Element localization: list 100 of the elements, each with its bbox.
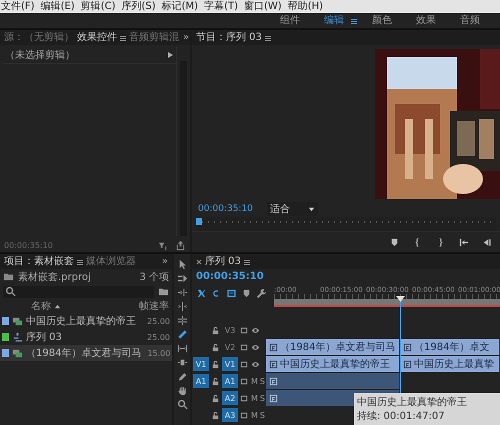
slide-icon[interactable]	[176, 357, 188, 368]
panel-tab[interactable]: 项目：素材嵌套	[3, 254, 75, 268]
track-target[interactable]: V3	[222, 323, 238, 337]
menu-item[interactable]: 序列(S)	[121, 0, 156, 12]
menu-icon[interactable]	[264, 34, 272, 42]
rate-stretch-icon[interactable]	[176, 315, 188, 326]
menu-icon[interactable]	[242, 258, 251, 266]
lock-icon[interactable]	[211, 326, 220, 334]
mute-button[interactable]: M	[251, 394, 258, 402]
marker-icon[interactable]	[241, 288, 252, 299]
overflow-button[interactable]: »	[160, 256, 169, 267]
frame-rate: 25.00	[147, 316, 170, 326]
lock-icon[interactable]	[211, 360, 220, 368]
track-target[interactable]: A3	[222, 408, 238, 422]
search-field[interactable]	[3, 286, 154, 298]
sync-lock-icon[interactable]	[240, 342, 249, 352]
marker-icon[interactable]	[389, 236, 400, 248]
timecode[interactable]: 00:00:35:10	[198, 204, 253, 214]
sync-lock-icon[interactable]	[240, 394, 249, 402]
captions-icon[interactable]	[226, 288, 237, 299]
eye-icon[interactable]	[251, 326, 260, 334]
clip[interactable]	[266, 373, 400, 389]
clip[interactable]: 中国历史上最真挚的帝王	[266, 356, 400, 372]
workspace-tab[interactable]: 编辑	[314, 14, 346, 27]
source-patch[interactable]: A1	[193, 374, 209, 388]
solo-button[interactable]: S	[260, 394, 265, 402]
workspace-tab[interactable]: 音频	[450, 14, 490, 27]
timecode: 00:00:35:10	[4, 240, 53, 250]
panel-tab[interactable]: 媒体浏览器	[85, 254, 137, 268]
search-icon	[5, 286, 16, 297]
lock-icon[interactable]	[211, 410, 220, 420]
rolling-edit-icon[interactable]	[176, 301, 188, 312]
track-target[interactable]: A2	[222, 391, 238, 405]
export-icon[interactable]	[175, 240, 186, 250]
project-item[interactable]: 中国历史上最真挚的帝王 25.00	[0, 313, 172, 329]
source-patch[interactable]: V1	[193, 357, 209, 371]
clip[interactable]: （1984年）卓文	[400, 339, 500, 355]
project-file-name: 素材嵌套.prproj	[18, 270, 91, 284]
slip-icon[interactable]	[176, 343, 188, 354]
frame-rate: 15.00	[147, 348, 170, 358]
track-select-icon[interactable]	[176, 273, 188, 284]
menu-item[interactable]: 剪辑(C)	[80, 0, 116, 12]
column-header[interactable]: 名称	[31, 299, 61, 313]
track-target[interactable]: A1	[222, 374, 238, 388]
workspace-tab[interactable]: 效果	[406, 14, 446, 27]
panel-tab[interactable]: 源：（无剪辑）	[3, 30, 75, 44]
go-to-in-icon[interactable]	[458, 236, 469, 248]
zoom-icon[interactable]	[176, 399, 188, 410]
sync-lock-icon[interactable]	[240, 360, 249, 368]
lock-icon[interactable]	[211, 376, 220, 386]
pen-icon[interactable]	[176, 371, 188, 382]
workspace-tab[interactable]: 组件	[270, 14, 310, 27]
solo-button[interactable]: S	[260, 410, 265, 420]
menu-item[interactable]: 帮助(H)	[288, 0, 324, 12]
wrench-icon[interactable]	[256, 288, 267, 299]
project-item[interactable]: （1984年）卓文君与司马 15.00	[0, 345, 172, 361]
playhead-handle[interactable]	[196, 218, 202, 225]
panel-tab[interactable]: 效果控件	[76, 30, 118, 44]
razor-icon[interactable]	[176, 329, 188, 340]
menu-icon[interactable]	[119, 34, 127, 42]
close-icon[interactable]	[195, 258, 203, 266]
workspace-tab[interactable]: 颜色	[362, 14, 402, 27]
project-item[interactable]: 序列 03 25.00	[0, 329, 172, 345]
lock-icon[interactable]	[211, 342, 220, 352]
frame-rate: 25.00	[147, 332, 170, 342]
menu-item[interactable]: 字幕(T)	[204, 0, 238, 12]
sync-lock-icon[interactable]	[240, 326, 249, 334]
solo-button[interactable]: S	[260, 376, 265, 386]
clip-label: （未选择剪辑）	[5, 48, 75, 62]
fx-icon	[403, 360, 412, 368]
overflow-button[interactable]: »	[182, 32, 190, 43]
timecode[interactable]: 00:00:35:10	[196, 271, 270, 282]
new-bin-icon[interactable]	[158, 286, 169, 297]
hand-icon[interactable]	[176, 385, 188, 396]
menu-item[interactable]: 窗口(W)	[244, 0, 282, 12]
sync-lock-icon[interactable]	[240, 410, 249, 420]
menu-icon[interactable]	[350, 16, 358, 24]
menu-item[interactable]: 文件(F)	[1, 0, 35, 12]
eye-icon[interactable]	[251, 360, 260, 368]
fx-icon	[269, 394, 278, 402]
lock-icon[interactable]	[211, 394, 220, 402]
eye-icon[interactable]	[251, 342, 260, 352]
ripple-edit-icon[interactable]	[176, 287, 188, 298]
clip[interactable]: 中国历史上最真挚	[400, 356, 500, 372]
track-target[interactable]: V2	[222, 340, 238, 354]
panel-tab[interactable]: 序列 03	[204, 254, 242, 268]
column-header[interactable]: 帧速率	[139, 299, 169, 313]
sync-lock-icon[interactable]	[240, 376, 249, 386]
panel-tab[interactable]: 音频剪辑混	[128, 30, 180, 44]
menu-item[interactable]: 编辑(E)	[40, 0, 75, 12]
mute-button[interactable]: M	[251, 410, 258, 420]
track-target[interactable]: V1	[222, 357, 238, 371]
menu-icon[interactable]	[76, 258, 84, 266]
zoom-dropdown[interactable]: 适合	[266, 202, 318, 216]
menu-item[interactable]: 标记(M)	[162, 0, 198, 12]
play-icon[interactable]	[166, 51, 174, 59]
step-back-icon[interactable]	[481, 236, 492, 248]
mute-button[interactable]: M	[251, 376, 258, 386]
clip[interactable]: （1984年）卓文君与司马	[266, 339, 400, 355]
fx-icon	[403, 342, 412, 352]
